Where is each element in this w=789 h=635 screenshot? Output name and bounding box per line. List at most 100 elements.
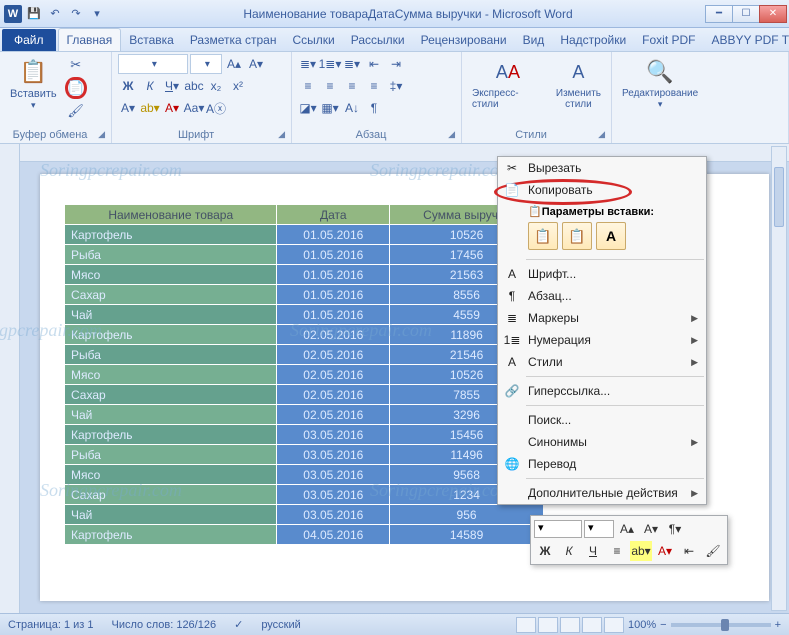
mini-font-size[interactable]: ▾ [584,520,614,538]
table-cell[interactable]: 02.05.2016 [277,405,390,425]
tab-references[interactable]: Ссылки [284,29,342,51]
paste-option-text-only[interactable]: A [596,222,626,250]
show-marks-icon[interactable]: ¶ [364,98,384,118]
table-row[interactable]: Картофель02.05.201611896 [65,325,544,345]
font-color-icon[interactable]: A▾ [162,98,182,118]
undo-icon[interactable]: ↶ [46,5,64,23]
copy-icon[interactable]: 📄 [65,77,87,99]
mini-italic-icon[interactable]: К [558,541,580,561]
table-row[interactable]: Чай02.05.20163296 [65,405,544,425]
table-cell[interactable]: Рыба [65,245,277,265]
qat-customize-icon[interactable]: ▾ [88,5,106,23]
table-cell[interactable]: Сахар [65,485,277,505]
mini-font-name[interactable]: ▾ [534,520,582,538]
underline-icon[interactable]: Ч▾ [162,76,182,96]
shading-icon[interactable]: ◪▾ [298,98,318,118]
table-row[interactable]: Сахар03.05.20161234 [65,485,544,505]
table-cell[interactable]: Картофель [65,525,277,545]
tab-view[interactable]: Вид [515,29,553,51]
bold-icon[interactable]: Ж [118,76,138,96]
table-cell[interactable]: 04.05.2016 [277,525,390,545]
table-cell[interactable]: 01.05.2016 [277,225,390,245]
table-cell[interactable]: 03.05.2016 [277,465,390,485]
table-row[interactable]: Сахар01.05.20168556 [65,285,544,305]
table-cell[interactable]: Чай [65,305,277,325]
ctx-styles[interactable]: AСтили▶ [498,351,706,373]
table-row[interactable]: Чай03.05.2016956 [65,505,544,525]
highlight-icon[interactable]: ab▾ [140,98,160,118]
ctx-font[interactable]: AШрифт... [498,263,706,285]
tab-review[interactable]: Рецензировани [413,29,515,51]
increase-indent-icon[interactable]: ⇥ [386,54,406,74]
table-cell[interactable]: 01.05.2016 [277,265,390,285]
ctx-additional[interactable]: Дополнительные действия▶ [498,482,706,504]
file-tab[interactable]: Файл [2,29,56,51]
table-row[interactable]: Мясо02.05.201610526 [65,365,544,385]
ctx-numbering[interactable]: 1≣Нумерация▶ [498,329,706,351]
table-row[interactable]: Мясо01.05.201621563 [65,265,544,285]
tab-home[interactable]: Главная [58,28,122,51]
subscript-icon[interactable]: x₂ [206,76,226,96]
table-row[interactable]: Мясо03.05.20169568 [65,465,544,485]
table-header[interactable]: Наименование товара [65,205,277,225]
bullets-icon[interactable]: ≣▾ [298,54,318,74]
table-cell[interactable]: 02.05.2016 [277,325,390,345]
table-cell[interactable]: Картофель [65,325,277,345]
format-painter-icon[interactable]: 🖌 [65,100,87,122]
table-row[interactable]: Рыба03.05.201611496 [65,445,544,465]
table-row[interactable]: Сахар02.05.20167855 [65,385,544,405]
grow-font-icon[interactable]: A▴ [224,54,244,74]
table-cell[interactable]: Чай [65,505,277,525]
table-cell[interactable]: Мясо [65,365,277,385]
zoom-in-icon[interactable]: + [775,619,781,631]
ctx-cut[interactable]: ✂Вырезать [498,157,706,179]
table-cell[interactable]: 03.05.2016 [277,505,390,525]
table-cell[interactable]: Сахар [65,285,277,305]
paste-option-merge[interactable]: 📋 [562,222,592,250]
table-cell[interactable]: 02.05.2016 [277,385,390,405]
table-row[interactable]: Рыба01.05.201617456 [65,245,544,265]
table-cell[interactable]: Мясо [65,265,277,285]
table-cell[interactable]: 03.05.2016 [277,425,390,445]
paste-button[interactable]: 📋 Вставить ▾ [6,54,61,113]
table-cell[interactable]: Картофель [65,225,277,245]
tab-layout[interactable]: Разметка стран [182,29,285,51]
view-print-layout[interactable] [516,617,536,633]
table-row[interactable]: Картофель03.05.201615456 [65,425,544,445]
text-effects-icon[interactable]: A▾ [118,98,138,118]
table-row[interactable]: Рыба02.05.201621546 [65,345,544,365]
status-proofing-icon[interactable]: ✓ [234,618,243,631]
mini-styles-icon[interactable]: ¶▾ [664,519,686,539]
tab-mailings[interactable]: Рассылки [343,29,413,51]
view-outline[interactable] [582,617,602,633]
change-styles-button[interactable]: A Изменить стили [552,54,605,112]
table-cell[interactable]: 01.05.2016 [277,245,390,265]
view-web[interactable] [560,617,580,633]
font-launcher-icon[interactable]: ◢ [274,129,285,140]
status-page[interactable]: Страница: 1 из 1 [8,619,94,631]
editing-button[interactable]: 🔍 Редактирование ▾ [618,54,702,112]
shrink-font-icon[interactable]: A▾ [246,54,266,74]
font-name-dropdown[interactable]: ▾ [118,54,188,74]
table-cell[interactable]: Картофель [65,425,277,445]
paragraph-launcher-icon[interactable]: ◢ [444,129,455,140]
clipboard-launcher-icon[interactable]: ◢ [94,129,105,140]
maximize-button[interactable]: ☐ [732,5,760,23]
ctx-translate[interactable]: 🌐Перевод [498,453,706,475]
table-header[interactable]: Дата [277,205,390,225]
save-icon[interactable]: 💾 [25,5,43,23]
table-cell[interactable]: Мясо [65,465,277,485]
table-cell[interactable]: 02.05.2016 [277,365,390,385]
table-cell[interactable]: 03.05.2016 [277,485,390,505]
mini-indent-icon[interactable]: ⇤ [678,541,700,561]
mini-underline-icon[interactable]: Ч [582,541,604,561]
table-row[interactable]: Картофель04.05.201614589 [65,525,544,545]
ctx-search[interactable]: Поиск... [498,409,706,431]
strike-icon[interactable]: abc [184,76,204,96]
ctx-hyperlink[interactable]: 🔗Гиперссылка... [498,380,706,402]
ctx-copy[interactable]: 📄Копировать [498,179,706,201]
mini-grow-icon[interactable]: A▴ [616,519,638,539]
mini-align-icon[interactable]: ≡ [606,541,628,561]
ctx-paragraph[interactable]: ¶Абзац... [498,285,706,307]
justify-icon[interactable]: ≡ [364,76,384,96]
